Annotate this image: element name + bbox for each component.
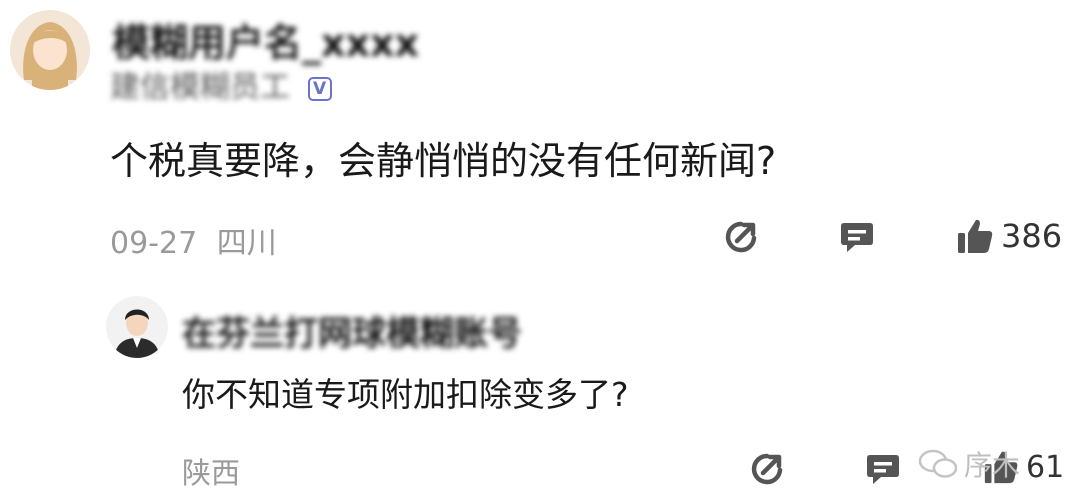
reply-location: 陕西 [182,456,241,490]
share-button[interactable] [722,218,760,256]
commenter-username[interactable]: 模糊用户名_xxxx [112,12,419,67]
wechat-icon [918,449,958,478]
like-button[interactable]: 386 [955,216,1062,256]
comment-icon [841,223,873,252]
watermark-text: 序木 [963,449,1020,482]
comment-date: 09-27 [110,226,198,261]
reply-comment-button[interactable] [864,450,902,488]
comment-location: 四川 [216,226,277,261]
share-icon [751,453,783,485]
comment-meta: 09-27 四川 [110,218,277,262]
reply-button[interactable] [838,218,876,256]
replier-username[interactable]: 在芬兰打网球模糊账号 [182,306,522,355]
comment-icon [867,455,899,484]
commenter-subtitle: 建信模糊员工 V [110,62,332,106]
reply-text: 你不知道专项附加扣除变多了? [182,375,629,414]
commenter-avatar[interactable] [10,10,90,90]
comment-text: 个税真要降，会静悄悄的没有任何新闻? [110,139,777,183]
watermark: 序木 [918,444,1020,484]
reply-share-button[interactable] [748,450,786,488]
like-count: 386 [1001,217,1063,255]
thumbs-up-icon [958,219,993,253]
verified-badge: V [307,76,332,101]
reply-like-count: 61 [1026,449,1065,485]
replier-avatar[interactable] [106,296,168,358]
share-icon [725,221,757,253]
